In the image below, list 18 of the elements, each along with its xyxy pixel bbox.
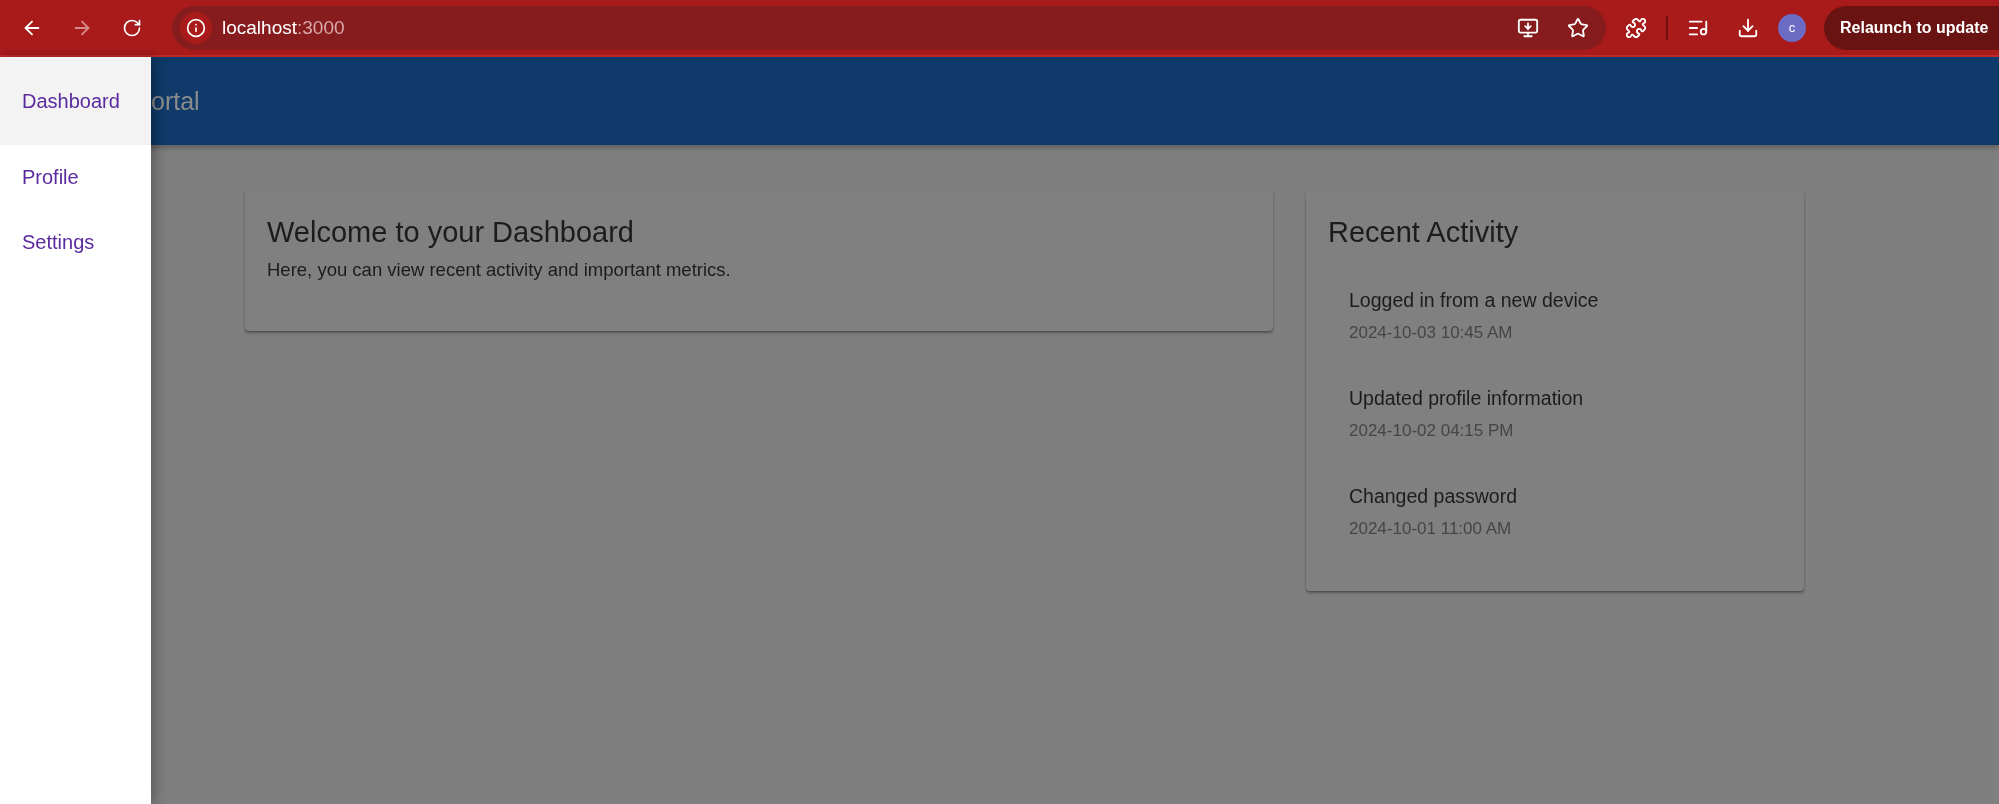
- url-text: localhost:3000: [222, 16, 346, 39]
- drawer-item[interactable]: Profile: [0, 145, 151, 210]
- card-text: Here, you can view recent activity and important metrics.: [267, 259, 732, 281]
- card-title: Recent Activity: [1328, 216, 1520, 249]
- relaunch-button[interactable]: Relaunch to update: [1824, 5, 1999, 50]
- info-icon[interactable]: [180, 11, 212, 44]
- activity-time: 2024-10-01 11:00 AM: [1349, 519, 1513, 539]
- activity-time: 2024-10-03 10:45 AM: [1349, 323, 1514, 343]
- address-bar[interactable]: localhost:3000: [172, 5, 1606, 50]
- activity-text: Changed password: [1349, 485, 1519, 508]
- drawer-item[interactable]: Dashboard: [0, 57, 151, 145]
- drawer-item[interactable]: Settings: [0, 210, 151, 275]
- activity-text: Logged in from a new device: [1349, 289, 1600, 312]
- app-title: ortal: [151, 86, 200, 116]
- activity-time: 2024-10-02 04:15 PM: [1349, 421, 1515, 441]
- profile-avatar[interactable]: c: [1778, 13, 1806, 42]
- activity-text: Updated profile information: [1349, 387, 1585, 410]
- card-title: Welcome to your Dashboard: [267, 216, 635, 249]
